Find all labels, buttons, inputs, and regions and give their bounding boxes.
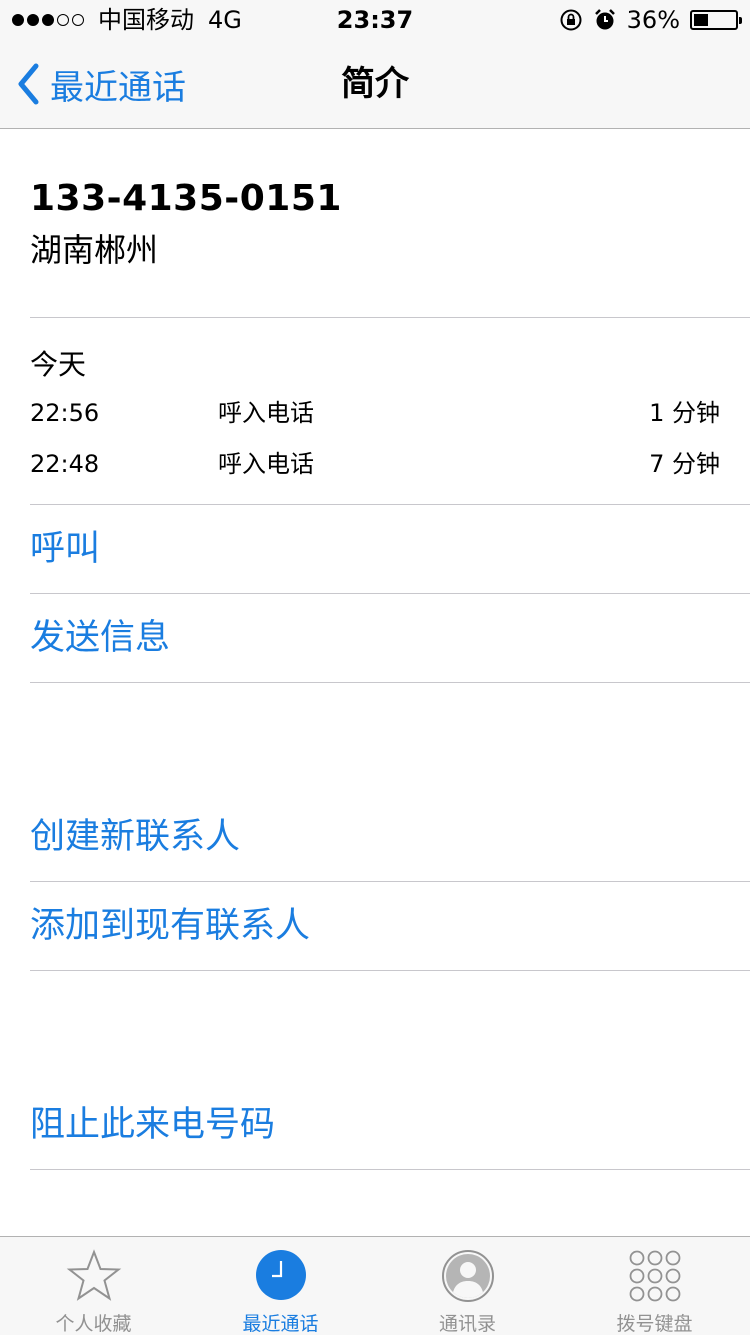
- call-time: 22:48: [30, 450, 100, 478]
- tab-recents[interactable]: 最近通话: [187, 1237, 374, 1335]
- divider: [30, 593, 750, 594]
- navigation-bar: 最近通话 简介: [0, 40, 750, 129]
- block-caller-button[interactable]: 阻止此来电号码: [30, 1103, 275, 1147]
- keypad-icon: [629, 1250, 680, 1302]
- tab-label: 拨号键盘: [616, 1313, 693, 1335]
- tab-label: 通讯录: [438, 1313, 496, 1335]
- tab-label: 最近通话: [242, 1313, 319, 1335]
- status-bar: 中国移动 4G 23:37 36%: [0, 0, 750, 40]
- battery-level: [694, 14, 708, 26]
- tab-contacts[interactable]: 通讯录: [374, 1237, 561, 1335]
- divider: [30, 317, 750, 318]
- back-button-label: 最近通话: [50, 67, 186, 108]
- call-time: 22:56: [30, 399, 100, 427]
- chevron-left-icon: [18, 63, 39, 105]
- divider: [30, 970, 750, 971]
- call-type: 呼入电话: [218, 399, 314, 427]
- tab-keypad[interactable]: 拨号键盘: [561, 1237, 748, 1335]
- contacts-icon: [441, 1250, 494, 1302]
- divider: [30, 881, 750, 882]
- create-contact-button[interactable]: 创建新联系人: [30, 815, 240, 859]
- tab-label: 个人收藏: [55, 1313, 132, 1335]
- call-history-row: 22:48 呼入电话 7 分钟: [30, 444, 720, 484]
- battery-percent: 36%: [626, 6, 680, 34]
- call-type: 呼入电话: [218, 450, 314, 478]
- orientation-lock-icon: [560, 9, 582, 31]
- add-to-existing-contact-button[interactable]: 添加到现有联系人: [30, 904, 310, 948]
- call-duration: 1 分钟: [649, 399, 720, 427]
- alarm-icon: [594, 9, 615, 30]
- status-right: 36%: [559, 0, 742, 40]
- back-button[interactable]: 最近通话: [16, 40, 186, 128]
- contact-header: 133-4135-0151 湖南郴州: [30, 178, 342, 271]
- divider: [30, 682, 750, 683]
- phone-number: 133-4135-0151: [30, 178, 342, 219]
- divider: [30, 504, 750, 505]
- divider: [30, 1169, 750, 1170]
- tab-favorites[interactable]: 个人收藏: [0, 1237, 187, 1335]
- call-history-day: 今天: [30, 348, 87, 381]
- call-button[interactable]: 呼叫: [30, 527, 100, 571]
- tab-bar: 个人收藏 最近通话 通讯录 拨号键盘: [0, 1236, 750, 1335]
- send-message-button[interactable]: 发送信息: [30, 616, 170, 660]
- call-duration: 7 分钟: [649, 450, 720, 478]
- phone-location: 湖南郴州: [30, 231, 159, 269]
- star-icon: [66, 1249, 121, 1301]
- call-history-row: 22:56 呼入电话 1 分钟: [30, 393, 720, 433]
- battery-icon: [690, 10, 742, 30]
- clock-icon: [255, 1250, 306, 1300]
